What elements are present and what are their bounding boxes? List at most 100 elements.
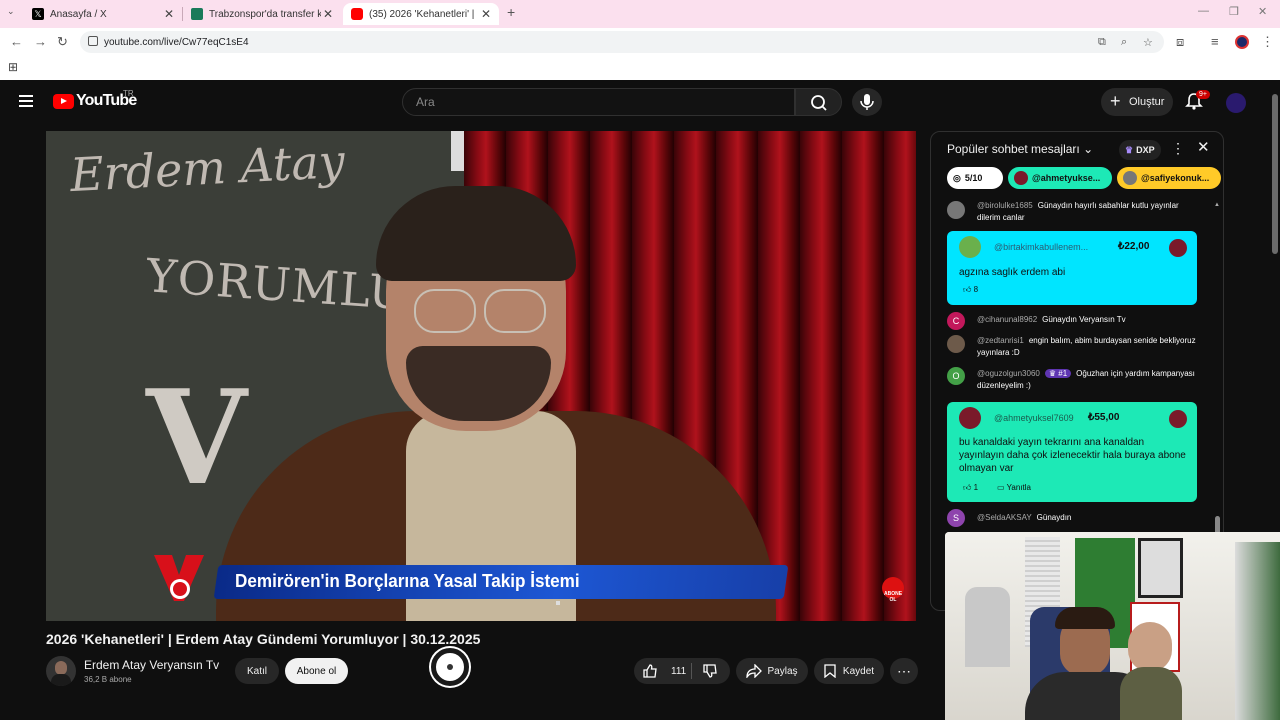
reply-button[interactable]: ▭ Yanıtla: [997, 483, 1031, 492]
channel-avatar[interactable]: [46, 656, 76, 686]
bookmark-star-icon[interactable]: ☆: [1143, 36, 1153, 49]
chat-more-icon[interactable]: ⋮: [1171, 140, 1185, 157]
chat-chip-counter[interactable]: ◎ 5/10: [947, 167, 1003, 189]
tab-x[interactable]: 𝕏 Anasayfa / X ✕: [24, 3, 182, 25]
reload-icon[interactable]: ↻: [57, 34, 68, 50]
scroll-up-icon: ▲: [1214, 202, 1220, 208]
rank-badge: ♛ #1: [1044, 369, 1072, 378]
dislike-icon[interactable]: [702, 663, 718, 679]
save-button[interactable]: Kaydet: [814, 658, 884, 684]
like-divider: [691, 663, 692, 679]
avatar[interactable]: C: [947, 312, 965, 330]
video-progress-marker[interactable]: [556, 601, 560, 605]
subscribe-button[interactable]: Abone ol: [285, 658, 348, 684]
super-chat: @birtakimkabullenem... ₺22,00 agzına sag…: [947, 231, 1197, 305]
close-icon[interactable]: ✕: [323, 7, 333, 21]
chat-chip-user[interactable]: @ahmetyukse...: [1008, 167, 1112, 189]
chat-chip-user[interactable]: @safiyekonuk...: [1117, 167, 1221, 189]
chat-close-icon[interactable]: ✕: [1197, 138, 1210, 156]
address-bar: ← → ↻ youtube.com/live/Cw77eqC1sE4 ⧉ ⌕ ☆…: [0, 28, 1280, 56]
video-title: 2026 'Kehanetleri' | Erdem Atay Gündemi …: [46, 631, 481, 647]
avatar[interactable]: O: [947, 367, 965, 385]
video-player[interactable]: Erdem Atay YORUMLUYOR V Demirören'in Bor…: [46, 131, 916, 621]
like-icon[interactable]: [642, 663, 658, 679]
child-face: [1128, 622, 1172, 672]
super-chat-text: bu kanaldaki yayın tekrarını ana kanalda…: [959, 437, 1186, 474]
microphone-icon: [860, 94, 874, 110]
zoom-icon[interactable]: ⌕: [1121, 36, 1127, 49]
tab-trabzonspor[interactable]: Trabzonspor'da transfer krizi ka ✕: [183, 3, 341, 25]
like-button[interactable]: 👍︎ 1: [963, 483, 978, 493]
youtube-logo-icon[interactable]: [53, 94, 74, 109]
window-close-icon[interactable]: ✕: [1258, 5, 1267, 18]
board-v-logo: V: [146, 361, 247, 514]
dxp-button[interactable]: ♛ DXP: [1119, 140, 1161, 160]
page-scrollbar[interactable]: [1272, 94, 1278, 254]
reading-list-icon[interactable]: ≡: [1211, 34, 1219, 49]
url-field[interactable]: youtube.com/live/Cw77eqC1sE4 ⧉ ⌕ ☆: [80, 31, 1164, 53]
super-chat: @ahmetyuksel7609 ₺55,00 bu kanaldaki yay…: [947, 402, 1197, 502]
avatar: [1123, 171, 1137, 185]
like-button[interactable]: 👍︎ 8: [963, 285, 978, 295]
profile-avatar[interactable]: [1235, 35, 1249, 49]
browser-menu-icon[interactable]: ⋮: [1261, 34, 1274, 50]
search-icon: [811, 95, 827, 111]
x-logo-icon: 𝕏: [32, 8, 44, 20]
maximize-icon[interactable]: ❐: [1229, 5, 1239, 18]
avatar: [1169, 239, 1187, 257]
tab-youtube-active[interactable]: (35) 2026 'Kehanetleri' | Erde ✕: [343, 3, 499, 25]
tab-search-icon[interactable]: ⌄: [7, 6, 15, 17]
subscribe-watermark[interactable]: ABONE OL: [882, 577, 904, 603]
channel-name[interactable]: Erdem Atay Veryansın Tv: [84, 658, 219, 672]
super-chat-amount: ₺55,00: [1088, 412, 1120, 423]
search-button[interactable]: [795, 88, 842, 116]
notification-badge: 9+: [1196, 90, 1210, 99]
framed-picture: [1138, 538, 1183, 598]
chat-message: @oguzolgun3060 ♛ #1 Oğuzhan için yardım ka…: [977, 369, 1195, 390]
mouse-cursor-highlight: [431, 648, 469, 686]
site-info-icon[interactable]: [88, 36, 98, 46]
avatar[interactable]: [959, 236, 981, 258]
browser-tab-bar: ⌄ 𝕏 Anasayfa / X ✕ Trabzonspor'da transf…: [0, 0, 1280, 28]
super-chat-amount: ₺22,00: [1118, 241, 1150, 252]
close-icon[interactable]: ✕: [481, 7, 491, 21]
back-icon[interactable]: ←: [10, 34, 23, 49]
avatar[interactable]: [947, 201, 965, 219]
avatar[interactable]: S: [947, 509, 965, 527]
like-count[interactable]: 111: [671, 666, 686, 677]
super-chat-text: agzına saglık erdem abi: [959, 267, 1066, 278]
super-chat-author: @birtakimkabullenem...: [994, 242, 1089, 252]
save-label: Kaydet: [842, 665, 875, 677]
lower-third-text: Demirören'in Borçlarına Yasal Takip İste…: [235, 571, 580, 591]
person-hair: [1055, 607, 1115, 629]
side-flag: [1235, 542, 1280, 720]
install-app-icon[interactable]: ⧉: [1098, 36, 1106, 49]
join-button[interactable]: Katıl: [235, 658, 279, 684]
new-tab-icon[interactable]: +: [507, 4, 515, 20]
voice-search-button[interactable]: [852, 88, 882, 116]
extensions-icon[interactable]: ⧈: [1176, 34, 1184, 50]
apps-grid-icon[interactable]: ⊞: [8, 60, 18, 74]
avatar[interactable]: [959, 407, 981, 429]
youtube-favicon-icon: [351, 8, 363, 20]
plus-icon: +: [1110, 91, 1121, 111]
search-input[interactable]: Ara: [402, 88, 795, 116]
channel-v-logo-icon: [154, 555, 204, 601]
chat-title[interactable]: Popüler sohbet mesajları ⌄: [947, 142, 1093, 156]
create-button[interactable]: + Oluştur: [1101, 88, 1173, 116]
chat-message: @SeldaAKSAY Günaydın: [977, 513, 1072, 522]
avatar[interactable]: [947, 335, 965, 353]
hamburger-menu-icon[interactable]: [19, 95, 33, 107]
crown-icon: ♛: [1125, 144, 1134, 155]
super-chat-author: @ahmetyuksel7609: [994, 413, 1074, 423]
avatar: [1169, 410, 1187, 428]
chat-message: @cihanunal8962 Günaydın Veryansın Tv: [977, 315, 1126, 324]
account-avatar[interactable]: [1226, 93, 1246, 113]
more-actions-button[interactable]: ⋯: [890, 658, 918, 684]
forward-icon[interactable]: →: [34, 34, 47, 49]
avatar: [1014, 171, 1028, 185]
reply-icon: ▭: [997, 483, 1005, 492]
minimize-icon[interactable]: —: [1198, 5, 1209, 17]
share-button[interactable]: Paylaş: [736, 658, 808, 684]
close-icon[interactable]: ✕: [164, 7, 174, 21]
